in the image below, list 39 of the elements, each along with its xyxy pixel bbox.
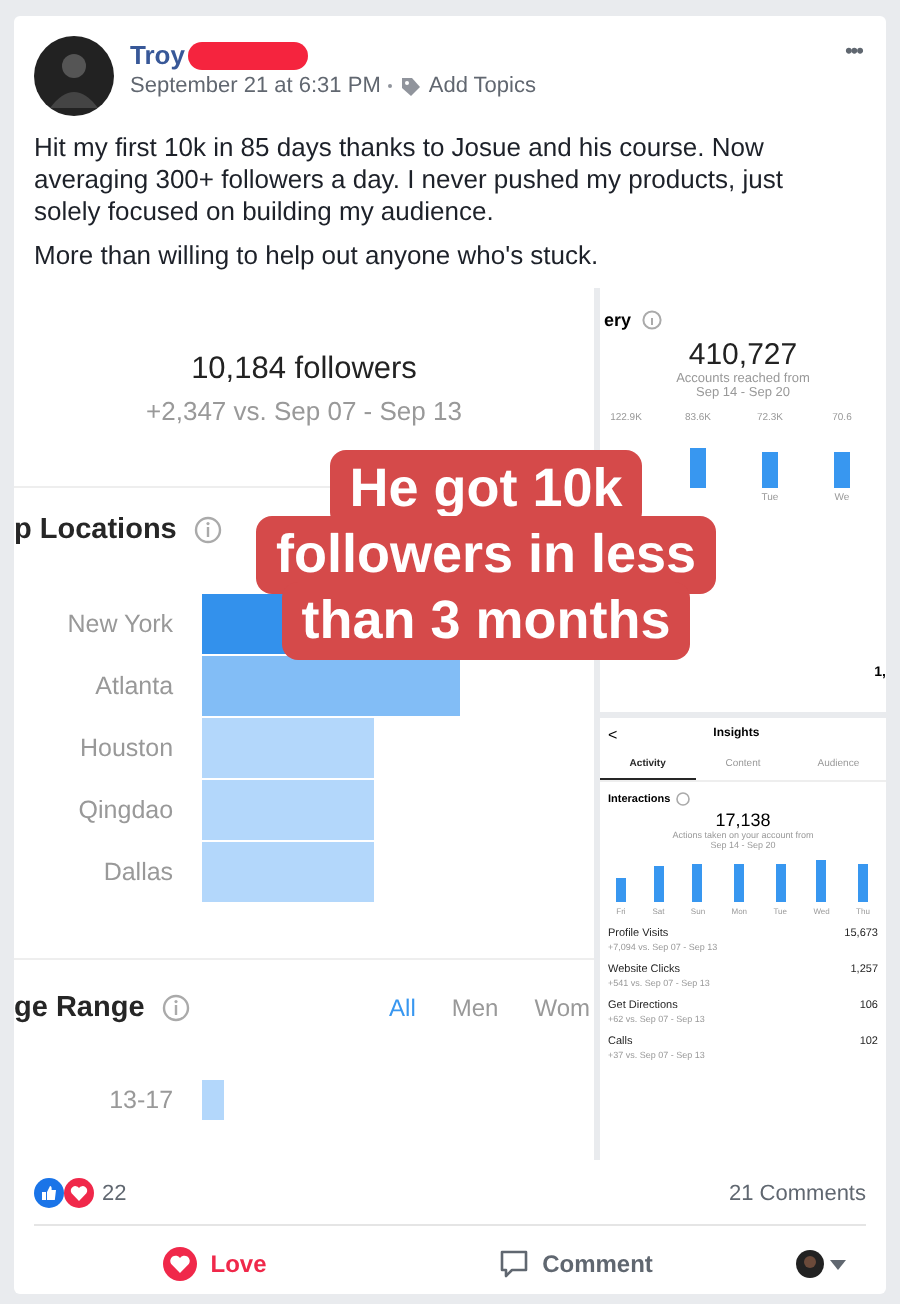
- love-button[interactable]: Love: [34, 1234, 395, 1294]
- add-topics-link[interactable]: Add Topics: [428, 74, 536, 98]
- chart-bar: [653, 866, 664, 902]
- chart-bar: [858, 864, 868, 902]
- chart-bar: [775, 864, 786, 902]
- age-label: 13-17: [107, 1086, 174, 1114]
- tag-icon: [400, 75, 423, 97]
- section-title: ge Range: [14, 992, 145, 1024]
- chart-bar: [816, 860, 827, 902]
- avatar[interactable]: [34, 36, 114, 116]
- post-text: More than willing to help out anyone who's stuck.: [34, 240, 601, 272]
- section-title: ery: [604, 310, 632, 330]
- reach-total: 410,727: [688, 338, 798, 372]
- filter-tab[interactable]: All: [389, 994, 416, 1022]
- follower-count: 10,184 followers: [191, 352, 417, 388]
- author-name[interactable]: Troy: [130, 40, 185, 70]
- comments-link[interactable]: 21 Comments: [729, 1181, 866, 1205]
- post-date[interactable]: September 21 at 6:31 PM: [130, 74, 381, 98]
- reaction-count: 22: [102, 1181, 127, 1205]
- location-label: New York: [65, 610, 174, 638]
- section-title: p Locations: [14, 514, 177, 546]
- chart-bar: [734, 864, 745, 902]
- post-text: Hit my first 10k in 85 days thanks to Josue and his course. Now averaging 300+ followers a day. I never pushed my products, just solely focused on building my audience.: [34, 132, 785, 228]
- caret-icon: [830, 1259, 846, 1269]
- location-label: Houston: [78, 734, 174, 762]
- interactions-total: 17,138: [713, 810, 773, 830]
- more-button[interactable]: •••: [840, 36, 866, 68]
- avatar: [796, 1250, 824, 1278]
- follower-change: +2,347 vs. Sep 07 - Sep 13: [146, 396, 462, 426]
- like-icon: [34, 1178, 64, 1208]
- age-bar: [201, 1080, 225, 1120]
- chart-bar: [692, 864, 703, 902]
- location-label: Atlanta: [93, 672, 174, 700]
- speech-bubble-icon: [498, 1248, 531, 1280]
- back-button[interactable]: <: [608, 725, 618, 743]
- location-label: Dallas: [101, 858, 174, 886]
- comment-button[interactable]: Comment: [395, 1236, 756, 1292]
- location-label: Qingdao: [76, 796, 174, 824]
- chart-bar: [616, 877, 626, 902]
